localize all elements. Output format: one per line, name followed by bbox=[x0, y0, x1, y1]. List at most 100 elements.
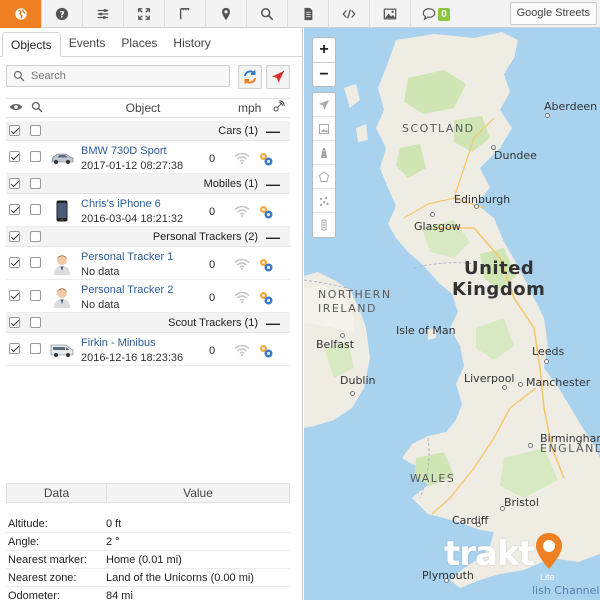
marker-toggle-button[interactable] bbox=[313, 117, 335, 141]
object-settings-button[interactable] bbox=[258, 343, 274, 362]
object-name[interactable]: Personal Tracker 2 bbox=[81, 284, 173, 296]
column-object[interactable]: Object bbox=[48, 101, 238, 115]
search-row bbox=[0, 57, 302, 94]
clusters-toggle-button[interactable] bbox=[313, 189, 335, 213]
object-row[interactable]: Firkin - Minibus 2016-12-16 18:23:36 0 bbox=[6, 333, 290, 366]
group-follow-checkbox[interactable] bbox=[30, 317, 41, 328]
fullscreen-icon[interactable] bbox=[124, 0, 165, 28]
object-visible-checkbox[interactable] bbox=[9, 290, 20, 301]
group-follow-checkbox[interactable] bbox=[30, 231, 41, 242]
group-header[interactable]: Personal Trackers (2) — bbox=[6, 227, 290, 247]
image-icon[interactable] bbox=[370, 0, 411, 28]
object-speed: 0 bbox=[209, 345, 216, 357]
label-isle-of-man: Isle of Man bbox=[396, 324, 456, 337]
search-icon[interactable] bbox=[247, 0, 288, 28]
help-icon[interactable]: ? bbox=[42, 0, 83, 28]
group-name: Cars (1) bbox=[218, 124, 258, 137]
object-visible-checkbox[interactable] bbox=[9, 343, 20, 354]
search-input[interactable] bbox=[31, 70, 211, 82]
object-visible-checkbox[interactable] bbox=[9, 204, 20, 215]
object-name[interactable]: Firkin - Minibus bbox=[81, 337, 156, 349]
object-settings-button[interactable] bbox=[258, 151, 274, 170]
city-leeds: Leeds bbox=[532, 345, 565, 358]
object-settings-button[interactable] bbox=[258, 204, 274, 223]
data-value: 84 mi bbox=[106, 590, 133, 600]
group-follow-checkbox[interactable] bbox=[30, 125, 41, 136]
navigate-button[interactable] bbox=[266, 65, 290, 89]
city-dot bbox=[518, 382, 523, 387]
trakt-logo: trakt bbox=[444, 531, 564, 574]
refresh-button[interactable] bbox=[238, 65, 262, 89]
object-row[interactable]: Personal Tracker 1 No data 0 bbox=[6, 247, 290, 280]
city-dot bbox=[502, 385, 507, 390]
group-header[interactable]: Mobiles (1) — bbox=[6, 174, 290, 194]
object-follow-checkbox[interactable] bbox=[30, 290, 41, 301]
group-follow-checkbox[interactable] bbox=[30, 178, 41, 189]
tab-events[interactable]: Events bbox=[61, 31, 114, 56]
collapse-icon[interactable]: — bbox=[266, 230, 280, 244]
collapse-icon[interactable]: — bbox=[266, 177, 280, 191]
tab-history[interactable]: History bbox=[165, 31, 218, 56]
traffic-toggle-button[interactable] bbox=[313, 213, 335, 237]
zoom-in-button[interactable]: + bbox=[313, 38, 335, 62]
city-belfast: Belfast bbox=[316, 338, 355, 351]
person-icon bbox=[50, 286, 74, 308]
object-follow-checkbox[interactable] bbox=[30, 343, 41, 354]
traffic-icon bbox=[321, 219, 327, 231]
object-last-seen: 2016-03-04 18:21:32 bbox=[81, 213, 184, 225]
object-follow-checkbox[interactable] bbox=[30, 257, 41, 268]
document-icon[interactable] bbox=[288, 0, 329, 28]
zoom-control: + − bbox=[312, 37, 336, 87]
sliders-icon[interactable] bbox=[83, 0, 124, 28]
group-visible-checkbox[interactable] bbox=[9, 317, 20, 328]
chat-button[interactable]: 0 bbox=[411, 0, 461, 28]
car-icon bbox=[50, 147, 74, 169]
object-row[interactable]: BMW 730D Sport 2017-01-12 08:27:38 0 bbox=[6, 141, 290, 174]
label-scotland: SCOTLAND bbox=[402, 122, 475, 135]
object-name[interactable]: Chris's iPhone 6 bbox=[81, 198, 161, 210]
eye-icon[interactable] bbox=[6, 101, 26, 115]
data-row: Angle: 2 ° bbox=[6, 533, 290, 551]
object-follow-checkbox[interactable] bbox=[30, 204, 41, 215]
object-name[interactable]: BMW 730D Sport bbox=[81, 145, 167, 157]
group-name: Personal Trackers (2) bbox=[152, 230, 258, 243]
collapse-icon[interactable]: — bbox=[266, 124, 280, 138]
map-tools bbox=[312, 92, 336, 238]
routes-toggle-button[interactable] bbox=[313, 141, 335, 165]
zoom-out-button[interactable]: − bbox=[313, 62, 335, 86]
object-name[interactable]: Personal Tracker 1 bbox=[81, 251, 173, 263]
group-visible-checkbox[interactable] bbox=[9, 125, 20, 136]
group-visible-checkbox[interactable] bbox=[9, 231, 20, 242]
map-view[interactable]: + − SCOTLAND United Kingdom NORTHERN IRE… bbox=[304, 28, 600, 600]
tab-objects[interactable]: Objects bbox=[2, 32, 61, 57]
image-marker-icon bbox=[319, 123, 329, 134]
collapse-icon[interactable]: — bbox=[266, 316, 280, 330]
locate-button[interactable] bbox=[313, 93, 335, 117]
group-header[interactable]: Cars (1) — bbox=[6, 121, 290, 141]
ruler-icon[interactable] bbox=[165, 0, 206, 28]
object-row[interactable]: Chris's iPhone 6 2016-03-04 18:21:32 0 bbox=[6, 194, 290, 227]
data-value: 0 ft bbox=[106, 518, 122, 530]
object-visible-checkbox[interactable] bbox=[9, 257, 20, 268]
arrow-icon bbox=[319, 99, 329, 110]
group-name: Scout Trackers (1) bbox=[168, 316, 258, 329]
city-dot bbox=[350, 391, 355, 396]
group-visible-checkbox[interactable] bbox=[9, 178, 20, 189]
label-united: United bbox=[464, 258, 535, 279]
object-settings-button[interactable] bbox=[258, 257, 274, 276]
tab-places[interactable]: Places bbox=[113, 31, 165, 56]
object-follow-checkbox[interactable] bbox=[30, 151, 41, 162]
object-row[interactable]: Personal Tracker 2 No data 0 bbox=[6, 280, 290, 313]
map-layer-select[interactable]: Google Streets bbox=[509, 2, 597, 25]
column-speed[interactable]: mph bbox=[238, 101, 266, 115]
cluster-icon bbox=[319, 196, 329, 206]
object-visible-checkbox[interactable] bbox=[9, 151, 20, 162]
group-header[interactable]: Scout Trackers (1) — bbox=[6, 313, 290, 333]
marker-icon[interactable] bbox=[206, 0, 247, 28]
globe-icon[interactable] bbox=[0, 0, 42, 28]
follow-icon[interactable] bbox=[26, 101, 48, 116]
code-icon[interactable] bbox=[329, 0, 370, 28]
object-settings-button[interactable] bbox=[258, 290, 274, 309]
label-english-channel: lish Channel bbox=[532, 584, 600, 597]
zones-toggle-button[interactable] bbox=[313, 165, 335, 189]
